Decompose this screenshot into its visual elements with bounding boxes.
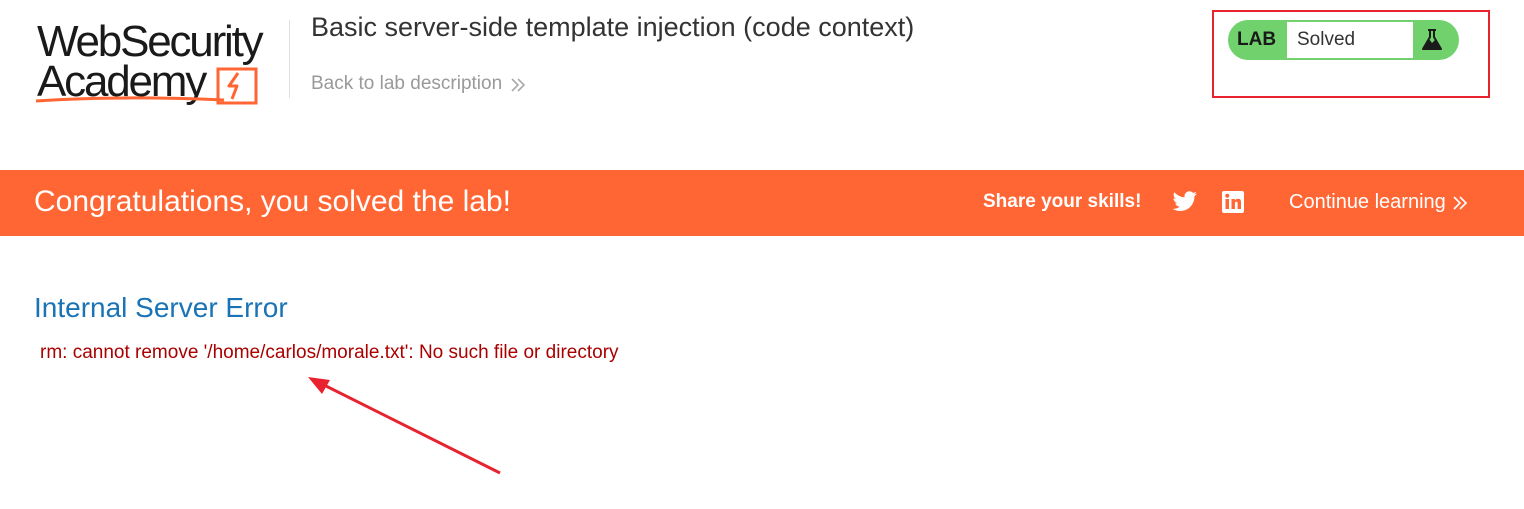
lab-status-value: Solved [1287, 22, 1413, 58]
back-link-label: Back to lab description [311, 73, 503, 94]
continue-learning-link[interactable]: Continue learning [1289, 191, 1468, 214]
flask-icon [1422, 29, 1442, 50]
logo-underline [35, 96, 225, 103]
back-to-lab-description-link[interactable]: Back to lab description [311, 73, 526, 95]
share-skills-label: Share your skills! [983, 191, 1142, 212]
web-security-academy-logo[interactable]: WebSecurity Academy [34, 20, 286, 110]
continue-learning-label: Continue learning [1289, 191, 1446, 213]
solved-banner: Congratulations, you solved the lab! Sha… [0, 170, 1524, 236]
header-divider [289, 20, 290, 98]
annotation-arrow [308, 377, 501, 475]
double-chevron-right-icon [511, 78, 526, 92]
twitter-icon[interactable] [1172, 191, 1198, 213]
error-message: rm: cannot remove '/home/carlos/morale.t… [40, 342, 619, 363]
double-chevron-right-icon [1453, 195, 1467, 210]
error-heading: Internal Server Error [34, 292, 288, 323]
linkedin-icon[interactable] [1222, 191, 1244, 213]
lab-status-tag: LAB [1237, 29, 1277, 50]
congratulations-message: Congratulations, you solved the lab! [34, 185, 511, 218]
lab-title: Basic server-side template injection (co… [311, 12, 915, 42]
lab-status-widget: LAB Solved [1228, 20, 1459, 60]
